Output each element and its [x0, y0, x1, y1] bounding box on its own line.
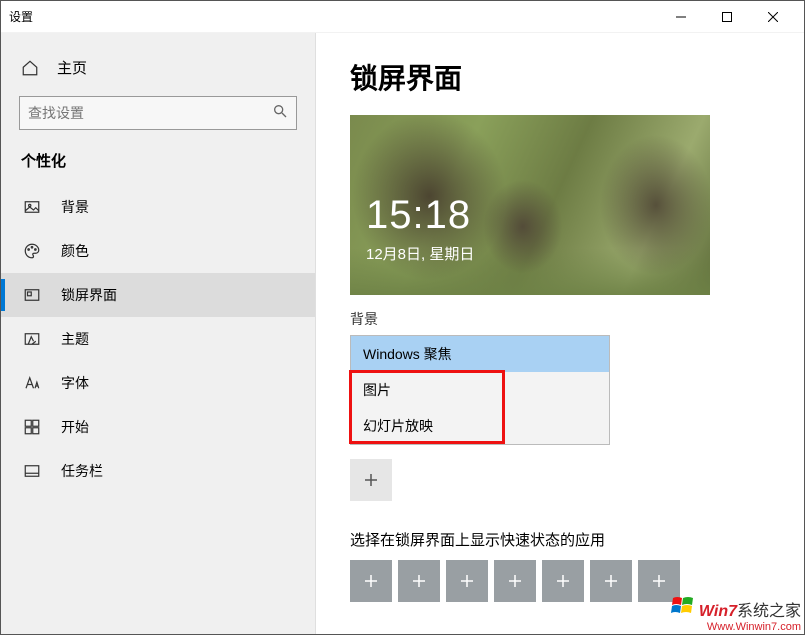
- window-title: 设置: [9, 8, 33, 25]
- quick-status-slot[interactable]: [494, 560, 536, 602]
- dropdown-option-picture[interactable]: 图片: [351, 372, 609, 408]
- close-button[interactable]: [750, 1, 796, 33]
- plus-icon: [602, 572, 620, 590]
- search-input[interactable]: [28, 105, 272, 121]
- plus-icon: [362, 572, 380, 590]
- home-icon: [21, 59, 39, 77]
- home-button[interactable]: 主页: [1, 49, 315, 86]
- lockscreen-icon: [23, 286, 41, 304]
- window-body: 主页 个性化 背景: [1, 33, 804, 634]
- quick-status-slot[interactable]: [398, 560, 440, 602]
- quick-status-slot[interactable]: [638, 560, 680, 602]
- nav-list: 背景 颜色 锁屏界面: [1, 185, 315, 493]
- plus-icon: [362, 471, 380, 489]
- font-icon: [23, 374, 41, 392]
- plus-icon: [506, 572, 524, 590]
- plus-icon: [554, 572, 572, 590]
- nav-label: 字体: [61, 373, 89, 393]
- nav-label: 任务栏: [61, 461, 103, 481]
- add-detailed-status-app[interactable]: [350, 459, 392, 501]
- content-area: 锁屏界面 15:18 12月8日, 星期日 背景 Windows 聚焦 图片 幻…: [316, 33, 804, 634]
- quick-status-row: [350, 560, 770, 602]
- lockscreen-preview: 15:18 12月8日, 星期日: [350, 115, 710, 295]
- nav-label: 颜色: [61, 241, 89, 261]
- sidebar: 主页 个性化 背景: [1, 33, 316, 634]
- nav-item-colors[interactable]: 颜色: [1, 229, 315, 273]
- dropdown-option-spotlight[interactable]: Windows 聚焦: [351, 336, 609, 372]
- maximize-button[interactable]: [704, 1, 750, 33]
- plus-icon: [650, 572, 668, 590]
- background-dropdown[interactable]: Windows 聚焦 图片 幻灯片放映: [350, 335, 610, 445]
- nav-item-taskbar[interactable]: 任务栏: [1, 449, 315, 493]
- minimize-icon: [676, 12, 686, 22]
- titlebar: 设置: [1, 1, 804, 33]
- preview-time: 15:18: [366, 193, 471, 238]
- plus-icon: [410, 572, 428, 590]
- nav-item-start[interactable]: 开始: [1, 405, 315, 449]
- preview-date: 12月8日, 星期日: [366, 243, 474, 264]
- background-label: 背景: [350, 309, 770, 329]
- dropdown-option-slideshow[interactable]: 幻灯片放映: [351, 408, 609, 444]
- picture-icon: [23, 198, 41, 216]
- nav-item-fonts[interactable]: 字体: [1, 361, 315, 405]
- quick-status-slot[interactable]: [446, 560, 488, 602]
- quick-status-slot[interactable]: [590, 560, 632, 602]
- home-label: 主页: [57, 57, 87, 78]
- maximize-icon: [722, 12, 732, 22]
- quick-status-label: 选择在锁屏界面上显示快速状态的应用: [350, 529, 770, 550]
- nav-label: 主题: [61, 329, 89, 349]
- quick-status-slot[interactable]: [542, 560, 584, 602]
- nav-item-themes[interactable]: 主题: [1, 317, 315, 361]
- nav-label: 锁屏界面: [61, 285, 117, 305]
- start-icon: [23, 418, 41, 436]
- plus-icon: [458, 572, 476, 590]
- nav-item-lockscreen[interactable]: 锁屏界面: [1, 273, 315, 317]
- nav-label: 开始: [61, 417, 89, 437]
- search-box[interactable]: [19, 96, 297, 130]
- quick-status-slot[interactable]: [350, 560, 392, 602]
- theme-icon: [23, 330, 41, 348]
- close-icon: [768, 12, 778, 22]
- page-title: 锁屏界面: [350, 57, 770, 97]
- taskbar-icon: [23, 462, 41, 480]
- nav-item-background[interactable]: 背景: [1, 185, 315, 229]
- minimize-button[interactable]: [658, 1, 704, 33]
- settings-window: 设置 主页: [0, 0, 805, 635]
- nav-label: 背景: [61, 197, 89, 217]
- search-container: [19, 96, 297, 130]
- sidebar-section-title: 个性化: [1, 150, 315, 185]
- palette-icon: [23, 242, 41, 260]
- search-icon: [272, 103, 288, 124]
